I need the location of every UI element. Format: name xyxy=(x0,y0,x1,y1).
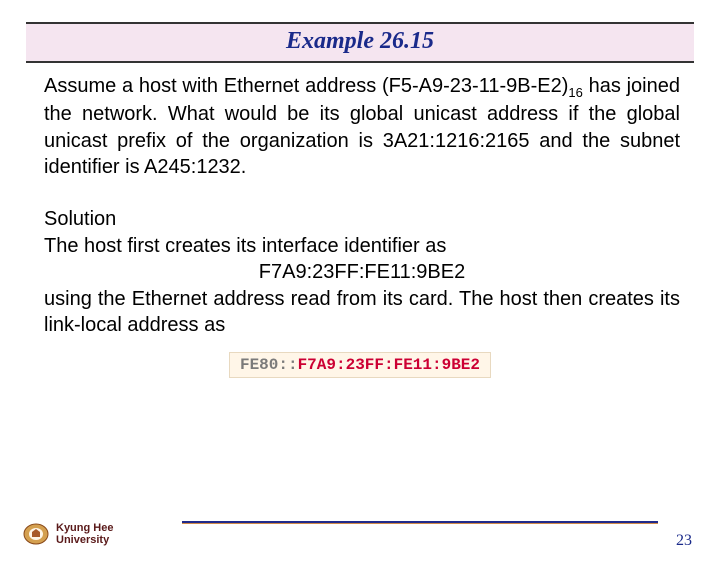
university-emblem-icon xyxy=(22,522,50,546)
solution-line1: The host first creates its interface ide… xyxy=(44,233,680,259)
university-line1: Kyung Hee xyxy=(56,522,113,534)
university-logo: Kyung Hee University xyxy=(22,522,113,546)
link-local-address-box: FE80::F7A9:23FF:FE11:9BE2 xyxy=(229,352,491,378)
addr-suffix: F7A9:23FF:FE11:9BE2 xyxy=(298,356,480,374)
title-bar: Example 26.15 xyxy=(26,22,694,63)
footer-divider xyxy=(182,521,658,524)
interface-identifier: F7A9:23FF:FE11:9BE2 xyxy=(44,259,680,285)
addr-prefix: FE80:: xyxy=(240,356,298,374)
solution-label: Solution xyxy=(44,206,680,232)
university-name: Kyung Hee University xyxy=(56,522,113,546)
question-text: Assume a host with Ethernet address (F5-… xyxy=(44,73,680,180)
slide-title: Example 26.15 xyxy=(26,28,694,55)
slide: Example 26.15 Assume a host with Etherne… xyxy=(0,22,720,562)
solution-line2: using the Ethernet address read from its… xyxy=(44,286,680,339)
question-part1: Assume a host with Ethernet address (F5-… xyxy=(44,75,568,97)
question-subscript: 16 xyxy=(568,85,582,100)
solution-block: Solution The host first creates its inte… xyxy=(44,206,680,338)
page-number: 23 xyxy=(676,532,692,550)
footer: Kyung Hee University 23 xyxy=(22,506,698,546)
